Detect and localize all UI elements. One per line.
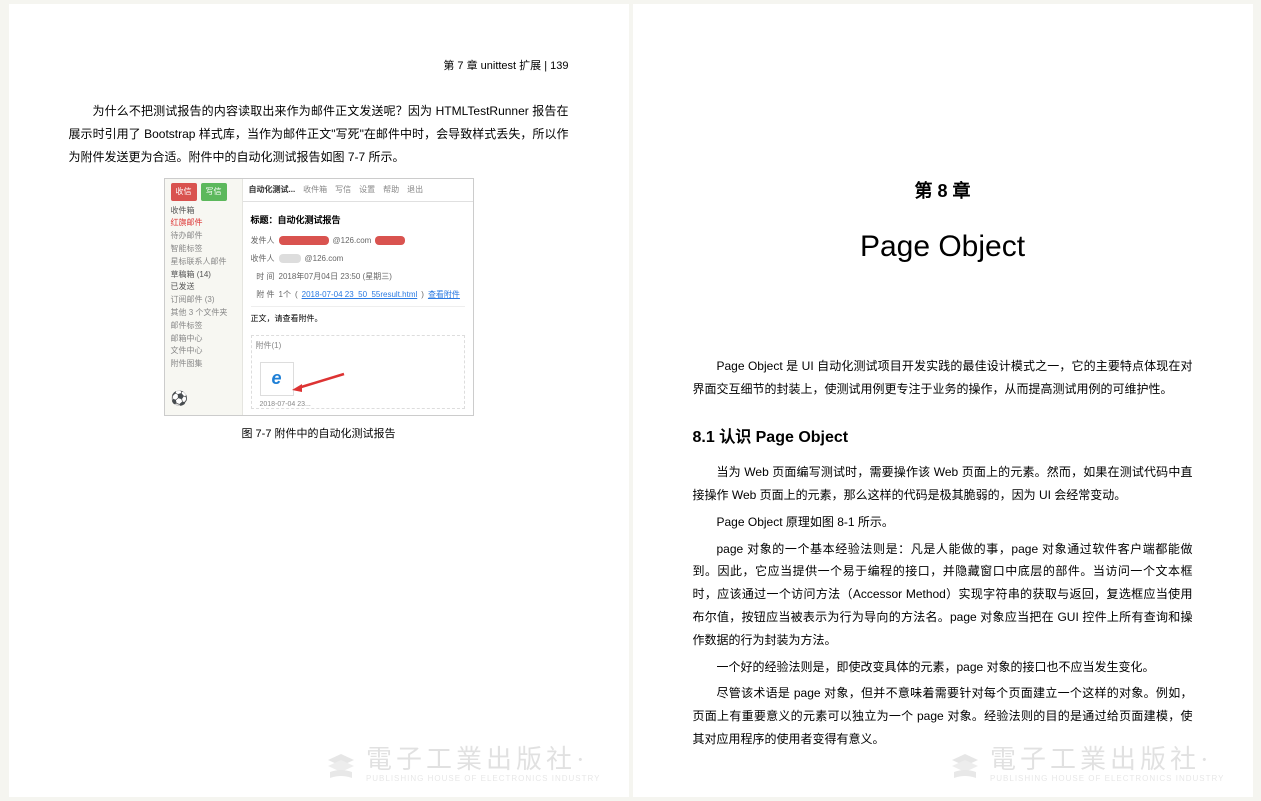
paragraph: 一个好的经验法则是，即使改变具体的元素，page 对象的接口也不应当发生变化。 — [693, 656, 1193, 679]
paragraph: 尽管该术语是 page 对象，但并不意味着需要针对每个页面建立一个这样的对象。例… — [693, 682, 1193, 750]
running-header: 第 7 章 unittest 扩展 | 139 — [443, 56, 568, 77]
publisher-logo-icon — [324, 750, 358, 780]
email-from-row: 发件人 @126.com — [251, 233, 465, 248]
tab[interactable]: 帮助 — [383, 182, 399, 197]
publisher-name-cn: 電子工業出版社· — [990, 747, 1225, 773]
attach-count: 1个 — [279, 287, 291, 302]
from-label: 发件人 — [251, 233, 275, 248]
sidebar-item[interactable]: 邮箱中心 — [171, 333, 236, 346]
sidebar-item[interactable]: 其他 3 个文件夹 — [171, 307, 236, 320]
paragraph: page 对象的一个基本经验法则是：凡是人能做的事，page 对象通过软件客户端… — [693, 538, 1193, 652]
email-client-screenshot: 收信 写信 收件箱 红旗邮件 待办邮件 智能标签 星标联系人邮件 草稿箱 (14… — [164, 178, 474, 416]
tab[interactable]: 退出 — [407, 182, 423, 197]
figure-7-7: 收信 写信 收件箱 红旗邮件 待办邮件 智能标签 星标联系人邮件 草稿箱 (14… — [164, 178, 474, 445]
sidebar-item[interactable]: 智能标签 — [171, 243, 236, 256]
receive-button[interactable]: 收信 — [171, 183, 197, 200]
book-page-right: 第 8 章 Page Object Page Object 是 UI 自动化测试… — [633, 4, 1253, 797]
paragraph: Page Object 原理如图 8-1 所示。 — [693, 511, 1193, 534]
sidebar-item[interactable]: 文件中心 — [171, 345, 236, 358]
page-body: Page Object 是 UI 自动化测试项目开发实践的最佳设计模式之一，它的… — [693, 355, 1193, 751]
tab[interactable]: 设置 — [359, 182, 375, 197]
sidebar-item[interactable]: 订阅邮件 (3) — [171, 294, 236, 307]
sidebar-item[interactable]: 收件箱 — [171, 205, 236, 218]
redacted-address — [279, 254, 301, 263]
sidebar-item[interactable]: 已发送 — [171, 281, 236, 294]
email-body: 标题：自动化测试报告 发件人 @126.com 收件人 @126.com — [243, 202, 473, 416]
email-domain: @126.com — [305, 251, 344, 266]
attach-filename-link[interactable]: 2018-07-04 23_50_55result.html — [302, 287, 418, 302]
email-body-text: 正文，请查看附件。 — [251, 311, 465, 326]
paragraph: Page Object 是 UI 自动化测试项目开发实践的最佳设计模式之一，它的… — [693, 355, 1193, 401]
tab[interactable]: 写信 — [335, 182, 351, 197]
page-body: 为什么不把测试报告的内容读取出来作为邮件正文发送呢？因为 HTMLTestRun… — [69, 100, 569, 445]
email-sidebar: 收信 写信 收件箱 红旗邮件 待办邮件 智能标签 星标联系人邮件 草稿箱 (14… — [165, 179, 243, 415]
sidebar-nav: 收件箱 红旗邮件 待办邮件 智能标签 星标联系人邮件 草稿箱 (14) 已发送 … — [171, 205, 236, 371]
email-domain: @126.com — [333, 233, 372, 248]
red-arrow-annotation — [290, 372, 346, 392]
book-page-left: 第 7 章 unittest 扩展 | 139 为什么不把测试报告的内容读取出来… — [9, 4, 629, 797]
sidebar-item[interactable]: 星标联系人邮件 — [171, 256, 236, 269]
sidebar-item[interactable]: 待办邮件 — [171, 230, 236, 243]
redacted-address — [279, 236, 329, 245]
sidebar-item[interactable]: 红旗邮件 — [171, 217, 236, 230]
publisher-watermark: 電子工業出版社· PUBLISHING HOUSE OF ELECTRONICS… — [948, 747, 1225, 783]
email-to-row: 收件人 @126.com — [251, 251, 465, 266]
time-value: 2018年07月04日 23:50 (星期三) — [279, 269, 392, 284]
time-label: 时 间 — [251, 269, 275, 284]
divider — [251, 306, 465, 307]
paragraph: 为什么不把测试报告的内容读取出来作为邮件正文发送呢？因为 HTMLTestRun… — [69, 100, 569, 168]
email-attach-row: 附 件 1个 ( 2018-07-04 23_50_55result.html … — [251, 287, 465, 302]
attachment-area: 附件(1) e 2018-07-04 23... — [251, 335, 465, 409]
attachment-area-label: 附件(1) — [256, 338, 464, 353]
publisher-logo-icon — [948, 750, 982, 780]
email-subject: 标题：自动化测试报告 — [251, 212, 465, 229]
chapter-title: Page Object — [693, 218, 1193, 275]
publisher-name-en: PUBLISHING HOUSE OF ELECTRONICS INDUSTRY — [366, 775, 601, 783]
figure-caption: 图 7-7 附件中的自动化测试报告 — [164, 424, 474, 445]
attach-label: 附 件 — [251, 287, 275, 302]
sidebar-item[interactable]: 附件图集 — [171, 358, 236, 371]
email-time-row: 时 间 2018年07月04日 23:50 (星期三) — [251, 269, 465, 284]
sidebar-item[interactable]: 草稿箱 (14) — [171, 269, 236, 282]
email-tabs: 自动化测试... 收件箱 写信 设置 帮助 退出 — [243, 179, 473, 201]
publisher-name-cn: 電子工業出版社· — [366, 747, 601, 773]
redacted-address — [375, 236, 405, 245]
tab[interactable]: 收件箱 — [303, 182, 327, 197]
paragraph: 当为 Web 页面编写测试时，需要操作该 Web 页面上的元素。然而，如果在测试… — [693, 461, 1193, 507]
compose-button[interactable]: 写信 — [201, 183, 227, 200]
sidebar-top-buttons: 收信 写信 — [171, 183, 236, 200]
chapter-number: 第 8 章 — [693, 174, 1193, 208]
to-label: 收件人 — [251, 251, 275, 266]
section-heading: 8.1 认识 Page Object — [693, 423, 1193, 453]
ie-icon: e — [271, 361, 281, 395]
publisher-watermark: 電子工業出版社· PUBLISHING HOUSE OF ELECTRONICS… — [324, 747, 601, 783]
publisher-name-en: PUBLISHING HOUSE OF ELECTRONICS INDUSTRY — [990, 775, 1225, 783]
view-attach-link[interactable]: 查看附件 — [428, 287, 460, 302]
email-content-pane: 自动化测试... 收件箱 写信 设置 帮助 退出 标题：自动化测试报告 发件人 … — [243, 179, 473, 415]
sidebar-item[interactable]: 邮件标签 — [171, 320, 236, 333]
tab[interactable]: 自动化测试... — [249, 182, 296, 197]
attachment-thumbnail[interactable]: e — [260, 362, 294, 396]
soccer-icon: ⚽ — [171, 385, 188, 412]
attachment-filename: 2018-07-04 23... — [260, 398, 464, 411]
